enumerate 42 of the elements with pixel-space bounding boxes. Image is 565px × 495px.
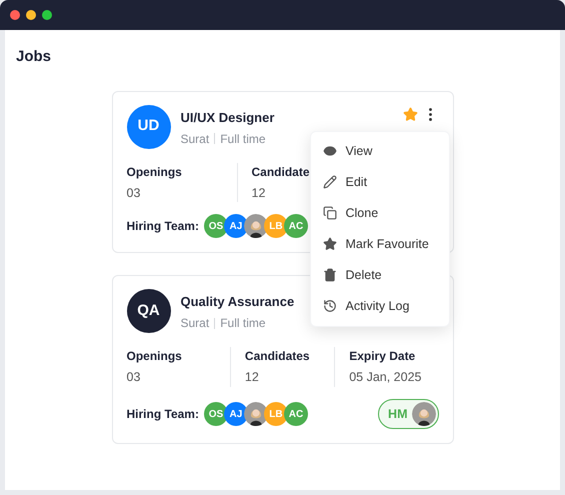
pencil-icon <box>322 175 336 189</box>
member-avatar: AJ <box>224 402 248 426</box>
member-avatar: AC <box>284 214 308 238</box>
menu-item[interactable]: Clone <box>310 198 448 228</box>
job-title: UI/UX Designer <box>180 108 274 127</box>
job-location: Surat <box>180 315 210 332</box>
menu-item[interactable]: Activity Log <box>310 290 448 322</box>
job-type: Full time <box>220 130 266 148</box>
job-avatar: QA <box>126 289 170 334</box>
member-avatar: LB <box>264 402 288 426</box>
member-avatar: LB <box>264 214 288 238</box>
stat-label: Expiry Date <box>349 348 416 366</box>
stat-value: 03 <box>126 369 142 386</box>
hiring-team-label: Hiring Team: <box>126 406 199 423</box>
copy-icon <box>322 206 336 220</box>
stat-value: 12 <box>252 184 266 202</box>
job-title: Quality Assurance <box>180 293 294 312</box>
hiring-team-label: Hiring Team: <box>126 218 199 236</box>
member-avatar: AJ <box>224 214 248 238</box>
menu-item[interactable]: Edit <box>310 166 448 198</box>
job-type: Full time <box>220 315 266 332</box>
history-icon <box>322 299 336 313</box>
stat-label: Candidates <box>244 348 311 366</box>
stat-label: Openings <box>126 164 183 180</box>
stat-label: Candidate <box>252 164 311 180</box>
trash-icon <box>322 268 336 282</box>
member-avatar: OS <box>204 214 228 238</box>
menu-item[interactable]: View <box>310 136 448 166</box>
member-avatar: OS <box>204 402 228 426</box>
member-avatar: AC <box>284 402 308 426</box>
menu-item[interactable]: Mark Favourite <box>310 228 448 260</box>
stat-value: 03 <box>126 184 142 202</box>
stat-value: 12 <box>244 369 260 386</box>
hiring-manager-chip: HM <box>378 399 438 429</box>
job-avatar: UD <box>126 104 170 148</box>
stat-value: 05 Jan, 2025 <box>349 369 422 386</box>
menu-item[interactable]: Delete <box>310 260 448 290</box>
star-icon[interactable] <box>402 106 418 122</box>
page-title: Jobs <box>16 47 52 67</box>
job-location: Surat <box>180 130 210 148</box>
star-icon <box>322 237 336 251</box>
stat-label: Openings <box>126 348 183 366</box>
